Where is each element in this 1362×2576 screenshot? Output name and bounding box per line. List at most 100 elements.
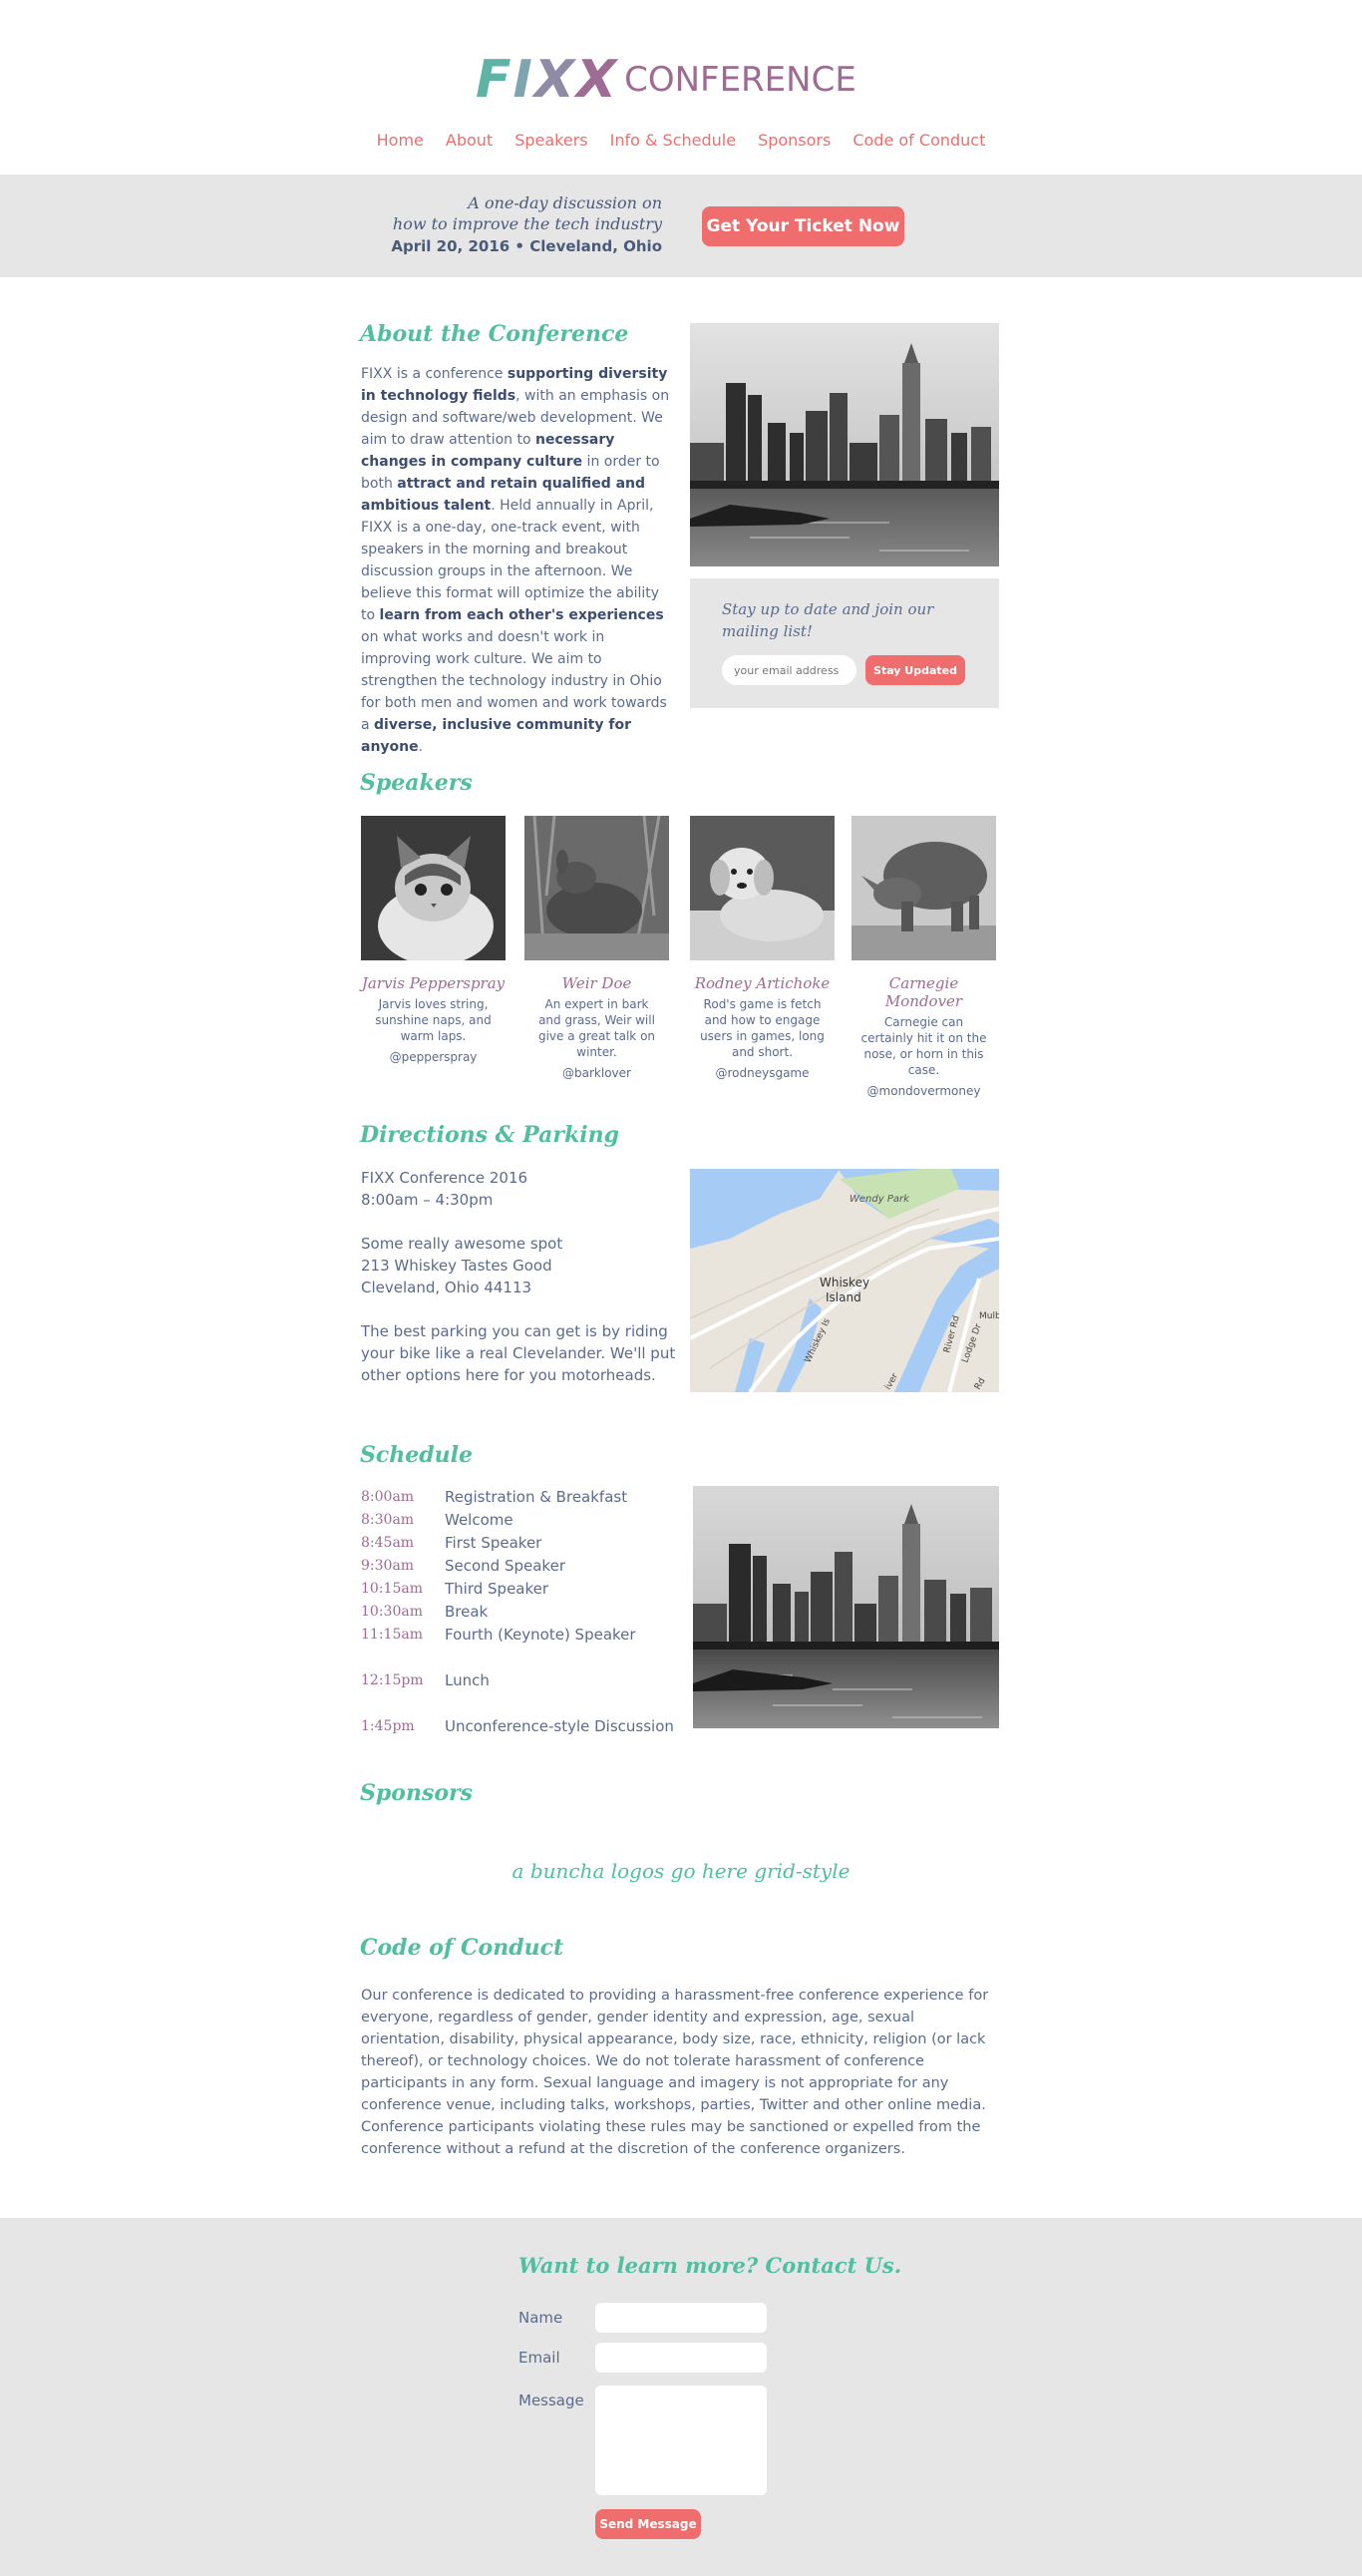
- logo-letter-x: X: [533, 50, 574, 110]
- schedule-event: Lunch: [445, 1671, 490, 1689]
- get-ticket-button[interactable]: Get Your Ticket Now: [702, 206, 904, 246]
- directions-text: FIXX Conference 2016 8:00am – 4:30pm Som…: [361, 1167, 680, 1408]
- nav-about[interactable]: About: [446, 131, 493, 150]
- speaker-photo-rhino: [851, 816, 996, 960]
- logo[interactable]: F I X X CONFERENCE: [476, 52, 894, 108]
- speaker-bio: An expert in bark and grass, Weir will g…: [537, 997, 656, 1059]
- schedule-event: First Speaker: [445, 1534, 542, 1552]
- schedule-event: Fourth (Keynote) Speaker: [445, 1626, 636, 1644]
- nav-speakers[interactable]: Speakers: [514, 131, 587, 150]
- schedule-row: 8:45am First Speaker: [361, 1532, 690, 1555]
- schedule-row: 8:00am Registration & Breakfast: [361, 1486, 690, 1509]
- tagline-line-1: A one-day discussion on: [468, 193, 662, 212]
- code-of-conduct-text: Our conference is dedicated to providing…: [361, 1988, 989, 2157]
- schedule-event: Second Speaker: [445, 1557, 565, 1575]
- speaker-photo-puppy: [690, 816, 835, 960]
- speaker-card: Carnegie Mondover Carnegie can certainly…: [851, 816, 996, 1098]
- speaker-name: Jarvis Pepperspray: [361, 974, 506, 992]
- speaker-name: Weir Doe: [561, 974, 632, 992]
- speaker-handle[interactable]: @rodneysgame: [690, 1066, 835, 1080]
- contact-email-input[interactable]: [595, 2343, 767, 2373]
- schedule-title: Schedule: [360, 1442, 474, 1468]
- email-label: Email: [518, 2349, 560, 2367]
- parking-text: The best parking you can get is by ridin…: [361, 1322, 676, 1384]
- schedule-event: Welcome: [445, 1511, 513, 1529]
- schedule-row: 8:30am Welcome: [361, 1509, 690, 1532]
- speaker-photo-kitten: [361, 816, 506, 960]
- venue-name: Some really awesome spot: [361, 1235, 563, 1253]
- venue-city: Cleveland, Ohio 44113: [361, 1279, 532, 1296]
- schedule-time: 1:45pm: [361, 1718, 415, 1734]
- logo-mark: F I X X: [476, 50, 616, 110]
- speakers-title: Speakers: [360, 770, 473, 796]
- nav-info-schedule[interactable]: Info & Schedule: [610, 131, 736, 150]
- code-of-conduct-title: Code of Conduct: [360, 1935, 564, 1961]
- tagline: A one-day discussion on how to improve t…: [391, 192, 662, 255]
- sponsors-placeholder: a buncha logos go here grid-style: [511, 1859, 851, 1883]
- venue-street: 213 Whiskey Tastes Good: [361, 1257, 552, 1275]
- directions-title: Directions & Parking: [360, 1122, 619, 1148]
- schedule-event: Unconference-style Discussion: [445, 1717, 674, 1735]
- date-location: April 20, 2016 • Cleveland, Ohio: [391, 237, 662, 255]
- speaker-card: Weir Doe An expert in bark and grass, We…: [524, 816, 669, 1080]
- event-time: 8:00am – 4:30pm: [361, 1191, 494, 1209]
- nav-code-of-conduct[interactable]: Code of Conduct: [852, 131, 985, 150]
- schedule-row: 11:15am Fourth (Keynote) Speaker: [361, 1624, 690, 1647]
- main-nav: Home About Speakers Info & Schedule Spon…: [0, 131, 1362, 150]
- schedule-time: 10:30am: [361, 1604, 423, 1620]
- speaker-bio: Rod's game is fetch and how to engage us…: [700, 997, 825, 1059]
- speaker-name: Carnegie Mondover: [884, 974, 963, 1010]
- cleveland-skyline-photo: [690, 323, 999, 566]
- ticket-bar: A one-day discussion on how to improve t…: [0, 175, 1362, 277]
- event-name: FIXX Conference 2016: [361, 1169, 528, 1187]
- schedule-row: 1:45pm Unconference-style Discussion: [361, 1715, 690, 1738]
- schedule-list: 8:00am Registration & Breakfast 8:30am Welc…: [361, 1486, 690, 1738]
- nav-home[interactable]: Home: [377, 131, 424, 150]
- about-text: FIXX is a conference supporting diversit…: [361, 363, 670, 758]
- sponsors-title: Sponsors: [360, 1780, 473, 1806]
- schedule-event: Third Speaker: [445, 1580, 549, 1598]
- speaker-photo-deer: [524, 816, 669, 960]
- about-segment: .: [418, 739, 424, 755]
- about-segment: . Held annually in April, FIXX is a one-…: [361, 498, 660, 623]
- schedule-row: 10:15am Third Speaker: [361, 1578, 690, 1601]
- schedule-event: Registration & Breakfast: [445, 1488, 628, 1506]
- message-textarea[interactable]: [595, 2386, 767, 2495]
- nav-sponsors[interactable]: Sponsors: [758, 131, 831, 150]
- speaker-card: Rodney Artichoke Rod's game is fetch and…: [690, 816, 835, 1080]
- about-highlight: learn from each other's experiences: [379, 607, 664, 623]
- email-input[interactable]: [722, 655, 856, 685]
- map-label-road: Mulb: [979, 1311, 999, 1321]
- speaker-handle[interactable]: @mondovermoney: [851, 1084, 996, 1098]
- speaker-name: Rodney Artichoke: [694, 974, 831, 992]
- about-highlight: diverse, inclusive community for anyone: [361, 717, 631, 755]
- speaker-bio: Carnegie can certainly hit it on the nos…: [860, 1015, 987, 1077]
- schedule-row: 9:30am Second Speaker: [361, 1555, 690, 1578]
- logo-wordmark: CONFERENCE: [624, 60, 856, 100]
- speaker-card: Jarvis Pepperspray Jarvis loves string, …: [361, 816, 506, 1064]
- name-input[interactable]: [595, 2303, 767, 2333]
- schedule-time: 9:30am: [361, 1558, 415, 1574]
- schedule-time: 8:45am: [361, 1535, 415, 1551]
- cleveland-skyline-photo-2: [693, 1486, 999, 1728]
- contact-title: Want to learn more? Contact Us.: [518, 2253, 902, 2278]
- logo-letter-x: X: [575, 50, 616, 110]
- schedule-row: 12:15pm Lunch: [361, 1669, 690, 1692]
- tagline-line-2: how to improve the tech industry: [392, 214, 662, 233]
- speaker-handle[interactable]: @pepperspray: [361, 1050, 506, 1064]
- map-label-island: Island: [826, 1290, 861, 1304]
- location-map[interactable]: Wendy Park Whiskey Island Whiskey Is Riv…: [690, 1169, 999, 1392]
- send-message-button[interactable]: Send Message: [595, 2509, 701, 2539]
- speaker-handle[interactable]: @barklover: [524, 1066, 669, 1080]
- schedule-time: 8:30am: [361, 1512, 415, 1528]
- speaker-bio: Jarvis loves string, sunshine naps, and …: [375, 997, 492, 1043]
- schedule-time: 11:15am: [361, 1627, 423, 1643]
- schedule-row: 10:30am Break: [361, 1601, 690, 1624]
- schedule-time: 12:15pm: [361, 1672, 424, 1688]
- name-label: Name: [518, 2309, 563, 2327]
- message-label: Message: [518, 2392, 584, 2409]
- contact-section: Want to learn more? Contact Us. Name Ema…: [0, 2218, 1362, 2576]
- stay-updated-button[interactable]: Stay Updated: [865, 655, 965, 685]
- about-segment: FIXX is a conference: [361, 366, 508, 382]
- map-label-island: Whiskey: [820, 1276, 869, 1289]
